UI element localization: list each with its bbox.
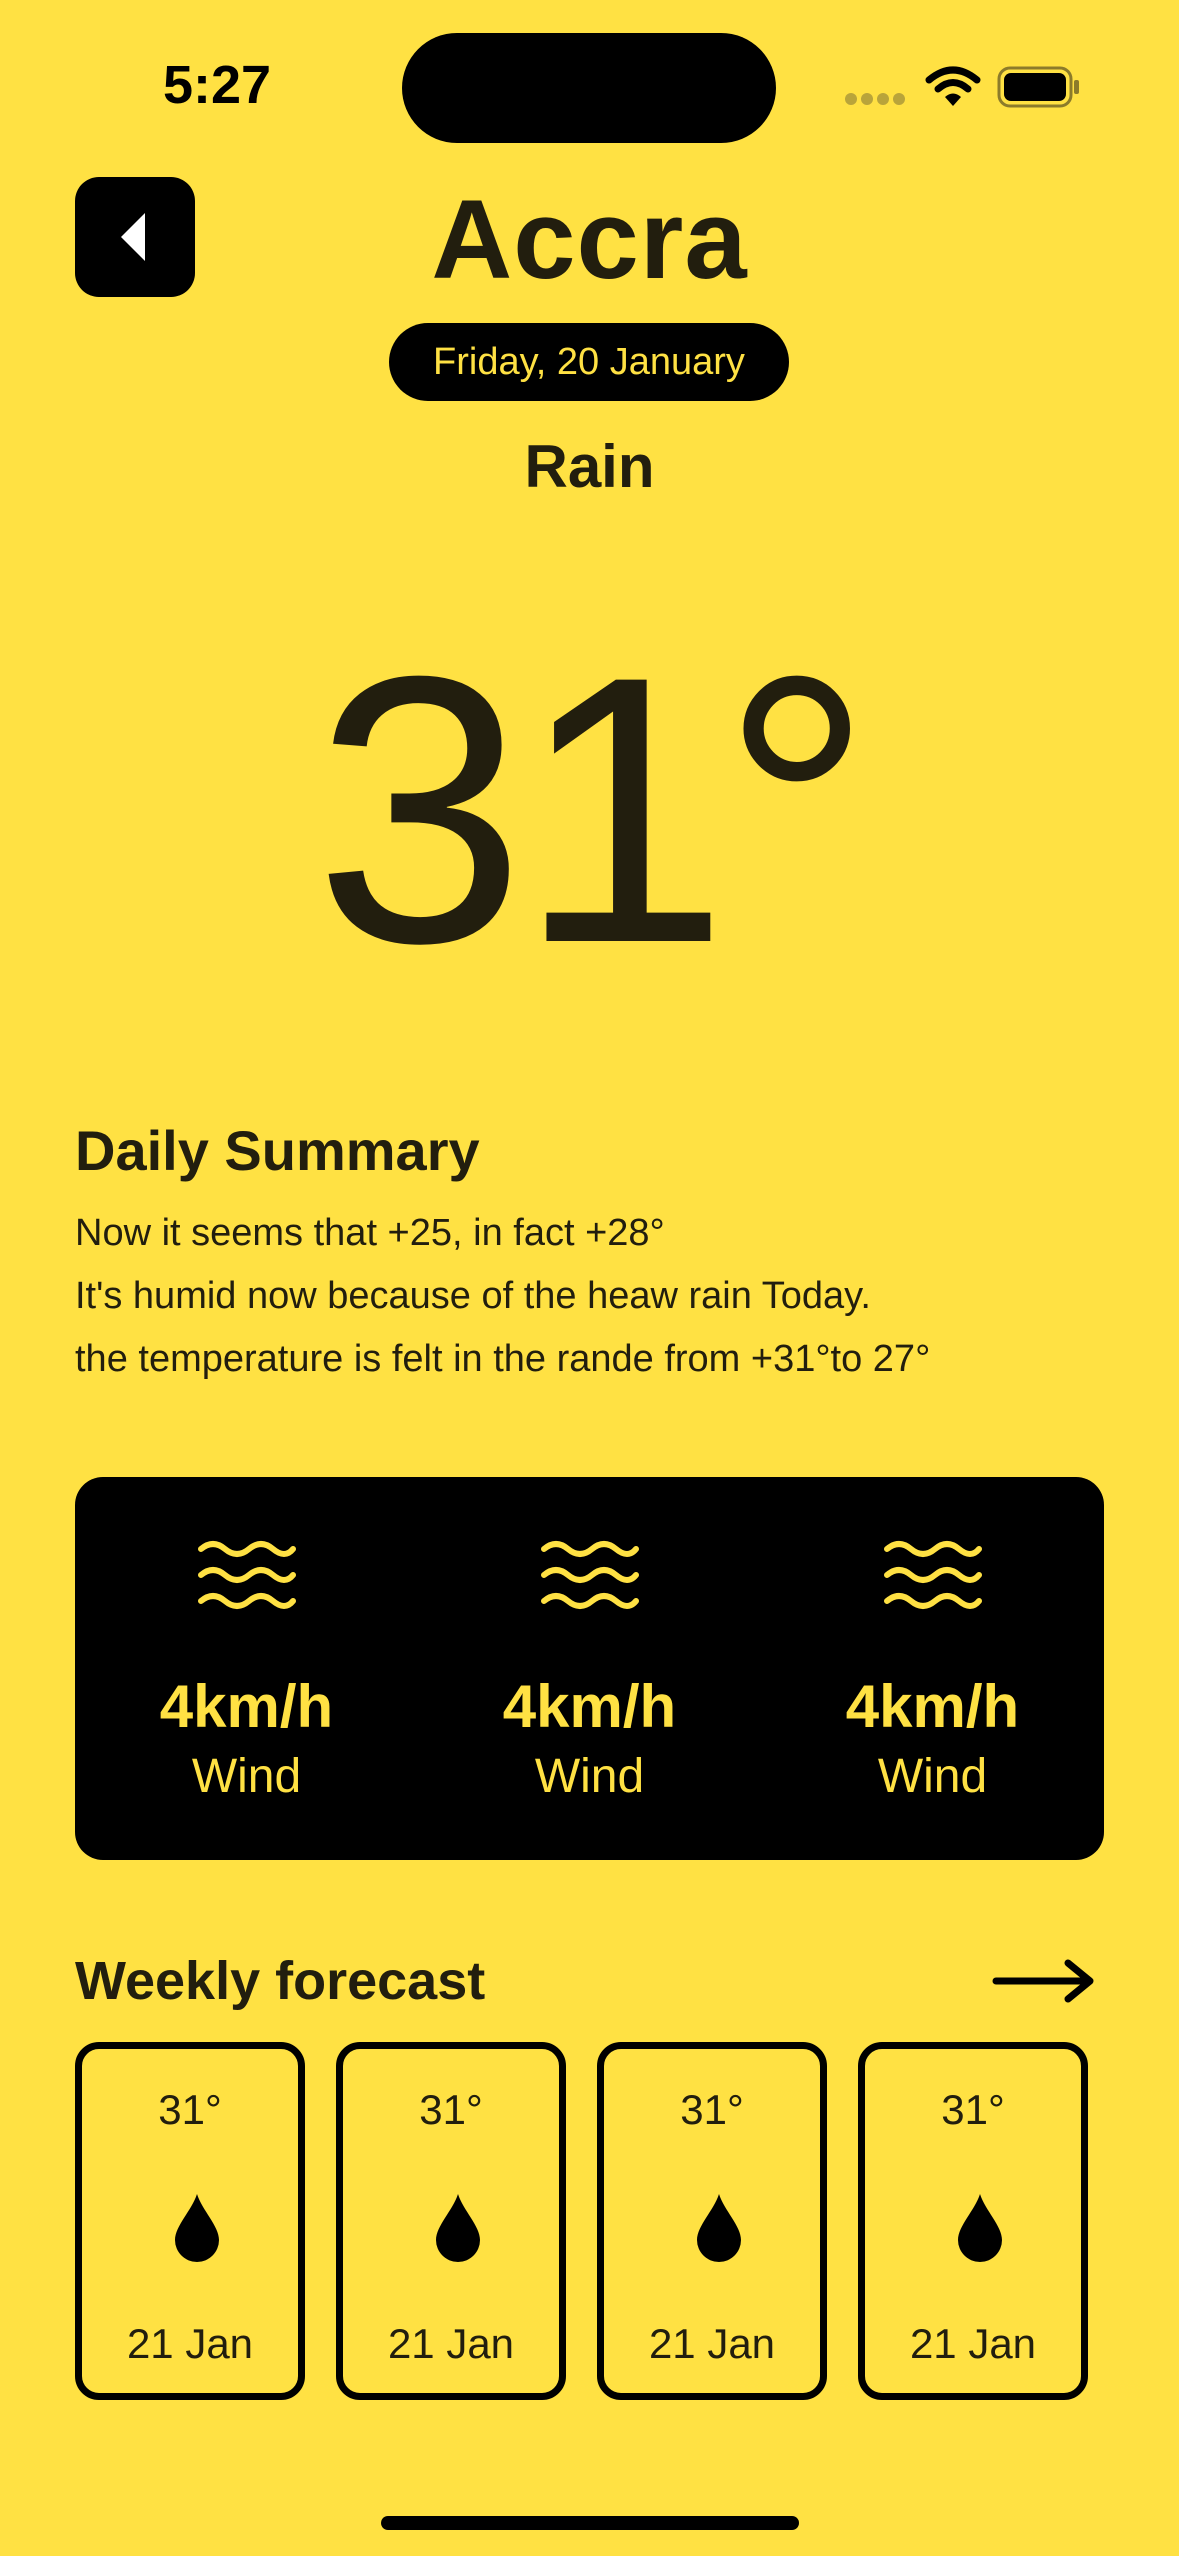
arrow-right-icon[interactable] [992,1958,1096,2004]
raindrop-icon [958,2194,1002,2262]
raindrop-icon [436,2194,480,2262]
wind-waves-icon [198,1541,296,1609]
wind-label: Wind [191,1750,302,1803]
battery-icon [997,66,1079,108]
forecast-date: 21 Jan [909,2320,1037,2367]
wind-speed: 4km/h [845,1673,1020,1740]
forecast-day-card[interactable]: 31° 21 Jan [75,2042,305,2400]
forecast-temp: 31° [941,2086,1005,2133]
summary-line-2: It's humid now because of the heaw rain … [75,1275,871,1317]
summary-line-3: the temperature is felt in the rande fro… [75,1338,931,1380]
wind-item: 4km/h Wind [75,1477,418,1860]
weather-condition: Rain [524,433,655,500]
wind-card: 4km/h Wind 4km/h Wind 4km/h Wind [75,1477,1104,1860]
forecast-temp: 31° [680,2086,744,2133]
wifi-icon [925,66,981,106]
date-badge: Friday, 20 January [389,323,789,401]
wind-waves-icon [884,1541,982,1609]
raindrop-icon [697,2194,741,2262]
dynamic-island [402,33,776,143]
cellular-signal-icon [845,93,905,105]
forecast-day-card[interactable]: 31° 21 Jan [336,2042,566,2400]
wind-waves-icon [541,1541,639,1609]
city-title: Accra [431,177,748,302]
wind-speed: 4km/h [159,1673,334,1740]
daily-summary-title: Daily Summary [75,1119,480,1182]
summary-line-1: Now it seems that +25, in fact +28° [75,1212,665,1254]
wind-label: Wind [877,1750,988,1803]
current-temperature: 31° [314,597,873,1022]
forecast-date: 21 Jan [648,2320,776,2367]
wind-item: 4km/h Wind [418,1477,761,1860]
forecast-date: 21 Jan [387,2320,515,2367]
forecast-temp: 31° [419,2086,483,2133]
forecast-temp: 31° [158,2086,222,2133]
forecast-day-card[interactable]: 31° 21 Jan [858,2042,1088,2400]
wind-label: Wind [534,1750,645,1803]
raindrop-icon [175,2194,219,2262]
status-time: 5:27 [163,55,272,115]
wind-item: 4km/h Wind [761,1477,1104,1860]
home-indicator[interactable] [381,2516,799,2530]
forecast-date: 21 Jan [126,2320,254,2367]
forecast-day-card[interactable]: 31° 21 Jan [597,2042,827,2400]
weekly-forecast-title: Weekly forecast [75,1951,486,2011]
wind-speed: 4km/h [502,1673,677,1740]
